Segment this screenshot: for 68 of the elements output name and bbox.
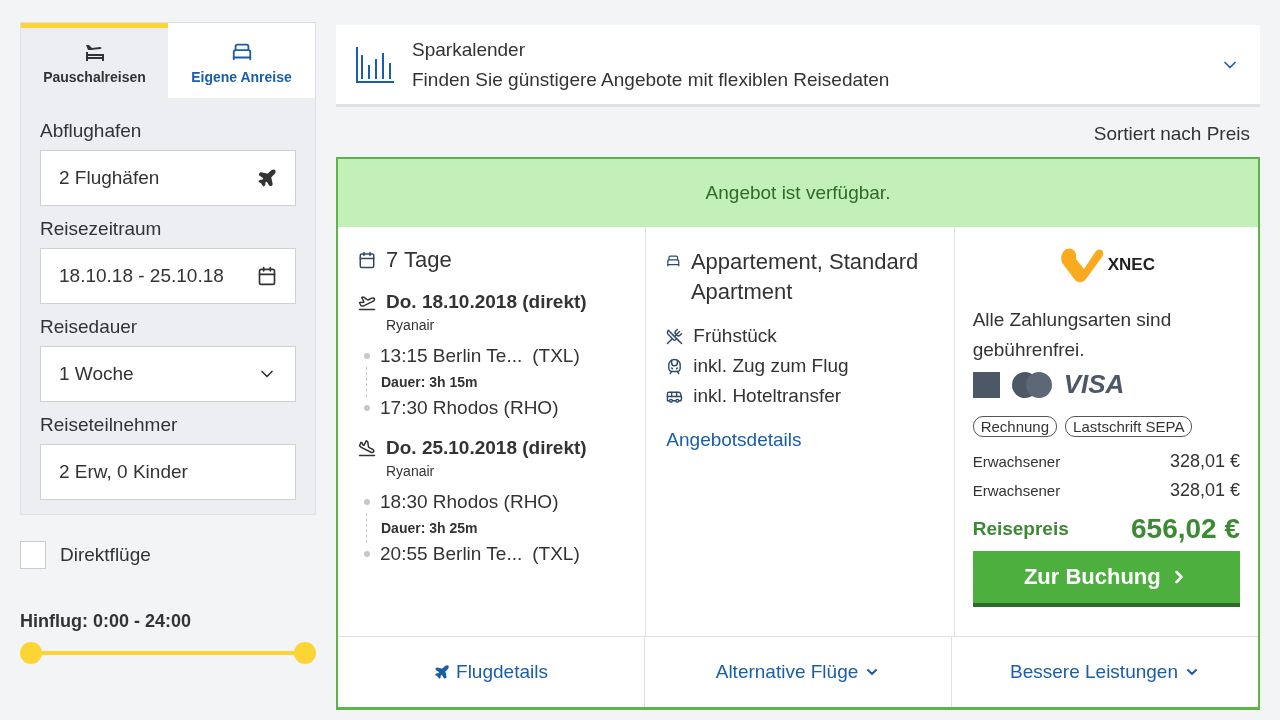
card-subtitle: Finden Sie günstigere Angebote mit flexiblen Reisedaten [412,68,891,91]
flight-duration: Dauer: 3h 25m [381,520,478,536]
field-label: Reiseteilnehmer [40,414,179,436]
field-label: Reisezeitraum [40,218,163,240]
airline-name: Ryanair [386,463,436,479]
plane-icon [434,664,451,680]
total-price: 656,02 € [1131,513,1240,545]
checkbox-label: Direktflüge [60,544,151,566]
footer-link[interactable]: Alternative Flüge [715,661,881,683]
timeline-dot [364,405,370,411]
amenity-label: inkl. Hoteltransfer [693,385,842,407]
slider-handle[interactable] [294,642,316,664]
input-field[interactable]: 2 Erw, 0 Kinder [40,444,296,500]
savings-calendar-card[interactable]: Sparkalender Finden Sie günstigere Angebote mit flexiblen Reisedaten [336,25,1260,107]
logo-text: XNEC [1107,255,1155,275]
slider-label: Hinflug: 0:00 - 24:00 [20,611,193,632]
sort-label: Sortiert nach Preis [1092,122,1251,146]
flight-duration: Dauer: 3h 15m [381,374,478,390]
arrival-time: 17:30 Rhodos (RHO) [380,397,559,419]
field-label: Reisedauer [40,316,139,338]
price-amount: 328,01 € [1169,451,1240,472]
payment-method-tag: Lastschrift SEPA [1065,416,1193,437]
checkbox[interactable] [20,541,46,569]
card-title: Sparkalender [412,38,527,61]
input-field[interactable]: 2 Flughäfen [40,150,296,206]
slider-handle[interactable] [20,642,42,664]
plane-takeoff-icon [358,293,376,311]
amenity-label: Frühstück [693,325,777,347]
calendar-icon [257,266,277,286]
price-amount: 328,01 € [1169,480,1240,501]
flight-date: Do. 25.10.2018 (direkt) [386,437,587,459]
departure-time: 13:15 Berlin Te... [380,345,523,367]
airport-code: (TXL) [532,543,580,565]
meal-icon [666,327,684,345]
tab[interactable]: Eigene Anreise [168,23,315,98]
plane-landing-icon [358,439,376,457]
select-field[interactable]: 1 Woche [40,346,296,402]
footer-link[interactable]: Bessere Leistungen [1010,661,1200,683]
calendar-icon [358,251,376,269]
input-field[interactable]: 18.10.18 - 25.10.18 [40,248,296,304]
airport-code: (TXL) [532,345,580,367]
payment-note: Alle Zahlungsarten sind gebührenfrei. [972,308,1173,362]
bar-chart-icon [356,46,394,83]
payment-method-tag: Rechnung [972,416,1058,437]
footer-link[interactable]: Flugdetails [434,661,548,683]
availability-banner: Angebot ist verfügbar. [338,159,1258,227]
bed-icon [230,41,253,63]
plane-icon [257,168,277,188]
timeline-dot [364,499,370,505]
departure-time: 18:30 Rhodos (RHO) [380,491,559,513]
train-icon [666,357,684,375]
time-slider[interactable] [20,642,316,664]
flight-date: Do. 18.10.2018 (direkt) [386,291,587,313]
price-label: Erwachsener [972,482,1061,499]
offer-details-link[interactable]: Angebotsdetails [666,429,802,450]
card-icon [972,371,1000,398]
room-type: Appartement, Standard Apartment [690,248,920,306]
card-brand: VISA [1063,369,1125,400]
total-label: Reisepreis [972,518,1069,540]
duration-title: 7 Tage [386,247,452,273]
timeline-dot [364,353,370,359]
price-label: Erwachsener [972,453,1061,470]
amenity-label: inkl. Zug zum Flug [693,355,849,377]
timeline-dot [364,551,370,557]
mastercard-icon [1011,371,1052,398]
field-label: Abflughafen [40,120,143,142]
arrival-time: 20:55 Berlin Te... [380,543,523,565]
airline-name: Ryanair [386,317,436,333]
